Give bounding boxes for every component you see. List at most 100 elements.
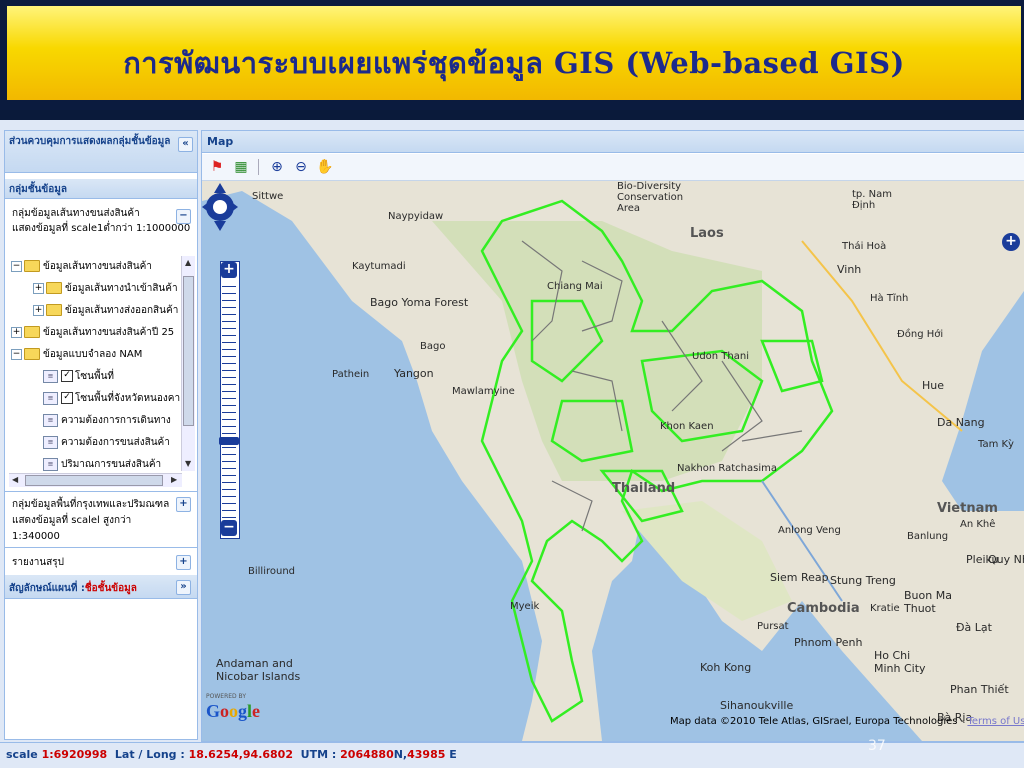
group1-subtitle: แสดงข้อมูลที่ scale1ต่ำกว่า 1:1000000: [12, 223, 191, 234]
tree-item[interactable]: − ข้อมูลแบบจำลอง NAM: [11, 344, 142, 364]
terms-of-use-link[interactable]: Terms of Use: [967, 716, 1024, 727]
map-label: Billiround: [248, 566, 296, 577]
expand-icon[interactable]: +: [11, 326, 22, 338]
tree-layer-item[interactable]: ≡ ✓ โซนพื้นที่: [43, 366, 114, 386]
map-label: Banlung: [907, 531, 949, 542]
expand-overview-icon[interactable]: +: [1002, 233, 1020, 251]
folder-icon: [46, 304, 62, 316]
layer-checkbox[interactable]: ✓: [61, 392, 73, 404]
map-label: Pathein: [332, 369, 370, 380]
scroll-right-icon[interactable]: ▶: [171, 475, 177, 484]
scroll-down-icon[interactable]: ▼: [185, 459, 191, 468]
pan-hand-icon[interactable]: ✋: [316, 158, 334, 176]
map-label: Udon Thani: [692, 351, 749, 362]
map-attribution: Map data ©2010 Tele Atlas, GISrael, Euro…: [670, 716, 1024, 727]
divider: [5, 491, 197, 492]
map-label: Naypyidaw: [388, 211, 444, 222]
toolbar-separator: [258, 159, 259, 175]
slide-page-number: 37: [868, 738, 886, 754]
map-label: Bio-Diversity Conservation Area: [617, 181, 684, 214]
panel-header-title: ส่วนควบคุมการแสดงผลกลุ่มชั้นข้อมูล: [9, 136, 171, 147]
zoom-slider[interactable]: + −: [219, 261, 240, 539]
utm-east-value: 43985: [407, 748, 446, 761]
scroll-thumb[interactable]: [25, 475, 163, 486]
map-label: Vietnam: [937, 501, 998, 516]
layer-checkbox[interactable]: ✓: [61, 370, 73, 382]
map-label: Pursat: [757, 621, 789, 632]
map-label: Thái Hoà: [842, 241, 887, 252]
group2-expand-button[interactable]: +: [176, 497, 191, 512]
zoom-out-icon[interactable]: ⊖: [292, 158, 310, 176]
map-label: Đà Lạt: [956, 621, 992, 634]
legend-prefix: สัญลักษณ์แผนที่ :: [9, 583, 85, 594]
map-canvas[interactable]: + − + Sittwe Naypyidaw Kaytumadi Bago Yo…: [202, 181, 1024, 741]
map-label: Bago: [420, 341, 446, 352]
map-label: Kaytumadi: [352, 261, 406, 272]
legend-value: ชื่อชั้นข้อมูล: [84, 583, 137, 594]
collapse-icon[interactable]: −: [11, 260, 22, 272]
folder-icon: [24, 260, 40, 272]
slide-banner: การพัฒนาระบบเผยแพร่ชุดข้อมูล GIS (Web-ba…: [0, 0, 1024, 110]
map-label: Kratie: [870, 603, 900, 614]
tree-layer-item[interactable]: ≡ ความต้องการขนส่งสินค้า: [43, 432, 170, 452]
utm-north-suffix: N,: [393, 748, 408, 761]
scale-label: scale: [6, 748, 38, 761]
map-label: Hà Tĩnh: [870, 293, 909, 304]
tree-item[interactable]: + ข้อมูลเส้นทางส่งออกสินค้า: [33, 300, 178, 320]
layer-icon: ≡: [43, 369, 58, 383]
pan-control-icon[interactable]: [202, 181, 238, 233]
utm-label: UTM :: [300, 748, 337, 761]
tree-layer-item[interactable]: ≡ ความต้องการการเดินทาง: [43, 410, 171, 430]
layer-icon: ≡: [43, 435, 58, 449]
zoom-in-button[interactable]: +: [221, 262, 237, 278]
scroll-up-icon[interactable]: ▲: [185, 258, 191, 267]
tree-item[interactable]: − ข้อมูลเส้นทางขนส่งสินค้า: [11, 256, 152, 276]
map-label: Nakhon Ratchasima: [677, 463, 777, 474]
map-panel-header: Map: [202, 131, 1024, 153]
map-label: Sihanoukville: [720, 699, 794, 712]
scroll-thumb[interactable]: [183, 276, 194, 426]
zoom-out-button[interactable]: −: [221, 520, 237, 536]
slide-title: การพัฒนาระบบเผยแพร่ชุดข้อมูล GIS (Web-ba…: [123, 46, 905, 80]
summary-expand-button[interactable]: +: [176, 555, 191, 570]
layer-tree: − ข้อมูลเส้นทางขนส่งสินค้า + ข้อมูลเส้นทาง…: [9, 256, 194, 471]
map-label: Thailand: [612, 481, 676, 496]
group1-collapse-button[interactable]: −: [176, 209, 191, 224]
tree-horizontal-scrollbar[interactable]: ◀ ▶: [9, 473, 182, 487]
map-label: tp. Nam Định: [852, 189, 892, 211]
tree-layer-item[interactable]: ≡ ปริมาณการขนส่งสินค้า: [43, 454, 161, 471]
map-label: Anlong Veng: [778, 525, 841, 536]
expand-icon[interactable]: +: [33, 304, 44, 316]
map-panel-title: Map: [207, 135, 234, 148]
powered-by-label: POWERED BY: [206, 693, 247, 700]
scale-value: 1:6920998: [41, 748, 108, 761]
collapse-panel-icon[interactable]: «: [178, 137, 193, 152]
layer-group-header: กลุ่มชั้นข้อมูล: [5, 179, 197, 199]
zoom-in-icon[interactable]: ⊕: [268, 158, 286, 176]
google-logo: Google: [206, 701, 261, 721]
collapse-icon[interactable]: −: [11, 348, 22, 360]
tree-item[interactable]: + ข้อมูลเส้นทางนำเข้าสินค้า: [33, 278, 178, 298]
flag-icon[interactable]: ⚑: [208, 158, 226, 176]
tree-layer-item[interactable]: ≡ ✓ โซนพื้นที่จังหวัดหนองคา: [43, 388, 180, 408]
map-panel: Map ⚑ ▦ ⊕ ⊖ ✋ + − + Sittwe Naypyidaw Kay…: [201, 130, 1024, 742]
zoom-track[interactable]: [222, 280, 236, 518]
map-label: An Khê: [960, 519, 996, 530]
map-label: Cambodia: [787, 601, 860, 616]
zoom-handle[interactable]: [219, 437, 239, 445]
folder-icon: [46, 282, 62, 294]
layers-icon[interactable]: ▦: [232, 158, 250, 176]
map-label: Stung Treng: [830, 574, 896, 587]
map-label: Phan Thiết: [950, 683, 1009, 696]
attribution-text: Map data ©2010 Tele Atlas, GISrael, Euro…: [670, 716, 965, 727]
summary-title: รายงานสรุป: [12, 557, 65, 568]
group1-title: กลุ่มข้อมูลเส้นทางขนส่งสินค้า: [12, 208, 140, 219]
map-label: Khon Kaen: [660, 421, 714, 432]
layer-icon: ≡: [43, 391, 58, 405]
expand-icon[interactable]: +: [33, 282, 44, 294]
scroll-left-icon[interactable]: ◀: [12, 475, 18, 484]
legend-toggle-button[interactable]: »: [176, 580, 191, 595]
tree-item[interactable]: + ข้อมูลเส้นทางขนส่งสินค้าปี 25: [11, 322, 174, 342]
tree-vertical-scrollbar[interactable]: ▲ ▼: [181, 256, 195, 471]
latlong-value: 18.6254,94.6802: [188, 748, 293, 761]
